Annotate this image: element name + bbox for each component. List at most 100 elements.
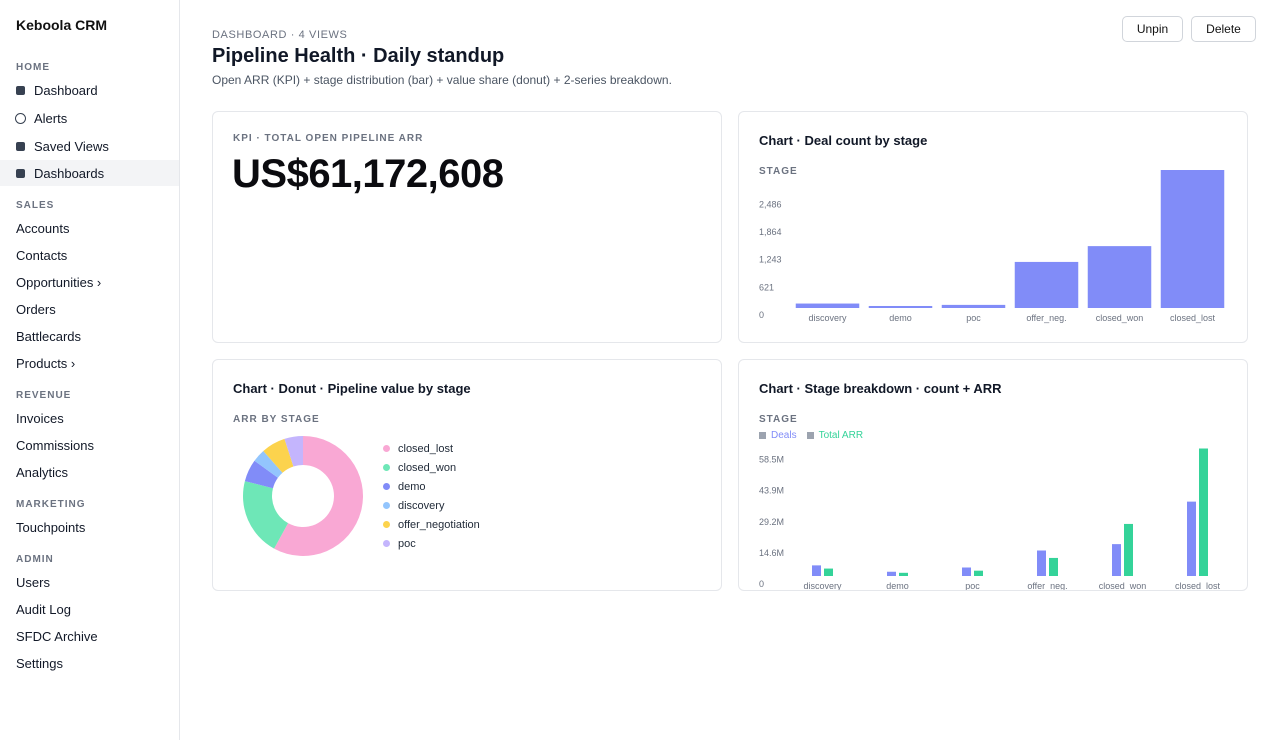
bar-poc-arr [974,570,983,576]
bar-closed_lost-arr [1199,448,1208,576]
legend-item-closed_won: closed_won [383,458,456,477]
deal-count-chart-card: Chart · Deal count by stage STAGE 0 621 1,… [738,111,1248,343]
sidebar-item-opportunities[interactable]: Opportunities › [0,269,179,295]
pipeline-value-donut [243,436,363,556]
sidebar-item-analytics[interactable]: Analytics [0,459,179,485]
bar-poc-deals [962,567,971,576]
legend-item-offer_negotiation: offer_negotiation [383,515,480,534]
legend-label: closed_won [398,461,457,474]
bar-discovery-deals [812,565,821,576]
legend-label: poc [398,537,416,550]
bar-poc [941,304,1006,308]
sidebar-item-saved-views[interactable]: Saved Views [0,133,179,159]
y-tick-label: 58.5M [759,455,784,465]
x-tick-label: closed_won [1099,581,1147,590]
sidebar: Keboola CRM HOME Dashboard Alerts Saved … [0,0,180,740]
square-icon [16,141,25,151]
bar-offer_neg.-deals [1037,550,1046,576]
donut-chart-card: Chart · Donut · Pipeline value by stage … [212,359,722,591]
square-icon [16,85,25,95]
x-tick-label: offer_neg. [1026,313,1066,323]
sidebar-item-accounts[interactable]: Accounts [0,215,179,241]
legend-item-demo: demo [383,477,426,496]
stage-breakdown-chart-card: Chart · Stage breakdown · count + ARR ST… [738,359,1248,591]
x-tick-label: discovery [803,581,842,590]
circle-icon [15,112,26,124]
sidebar-item-users[interactable]: Users [0,569,179,595]
legend-item-discovery: discovery [383,496,444,515]
x-tick-label: closed_lost [1175,581,1221,590]
x-tick-label: demo [886,581,909,590]
x-tick-label: poc [966,313,981,323]
sidebar-item-invoices[interactable]: Invoices [0,405,179,431]
page-subtitle: Open ARR (KPI) + stage distribution (bar… [212,73,672,87]
kpi-card: KPI · TOTAL OPEN PIPELINE ARR US$61,172,… [212,111,722,343]
y-tick-label: 0 [759,579,764,589]
sidebar-item-audit-log[interactable]: Audit Log [0,596,179,622]
kpi-value: US$61,172,608 [232,152,504,196]
x-tick-label: closed_won [1096,313,1144,323]
legend-label: demo [398,480,426,493]
bar-closed_won-arr [1124,523,1133,576]
sidebar-item-label: Dashboards [34,165,105,181]
y-tick-label: 1,864 [759,227,782,237]
legend-dot [383,521,390,528]
bar-demo-arr [899,572,908,576]
y-tick-label: 1,243 [759,255,782,265]
legend-dot [383,540,390,547]
breadcrumb: DASHBOARD · 4 VIEWS [212,29,348,41]
sidebar-item-commissions[interactable]: Commissions [0,432,179,458]
sidebar-item-settings[interactable]: Settings [0,650,179,676]
x-tick-label: offer_neg. [1027,581,1067,590]
y-tick-label: 621 [759,282,774,292]
nav-section-sales: SALES [16,200,55,211]
sidebar-item-label: Alerts [34,110,68,126]
bar-demo-deals [887,571,896,576]
y-tick-label: 29.2M [759,517,784,527]
y-tick-label: 14.6M [759,548,784,558]
app-title: Keboola CRM [16,17,107,33]
x-tick-label: demo [889,313,912,323]
chart-subtitle: ARR BY STAGE [233,414,320,425]
sidebar-item-alerts[interactable]: Alerts [0,105,179,131]
legend-dot [383,483,390,490]
bar-demo [868,305,933,308]
sidebar-item-battlecards[interactable]: Battlecards [0,323,179,349]
x-tick-label: closed_lost [1170,313,1216,323]
legend-label: offer_negotiation [398,518,480,531]
nav-section-home: HOME [16,62,50,73]
page-title: Pipeline Health · Daily standup [212,45,505,67]
y-tick-label: 0 [759,310,764,320]
x-tick-label: poc [965,581,980,590]
sidebar-item-dashboard[interactable]: Dashboard [0,77,179,103]
bar-closed_lost [1160,170,1225,308]
sidebar-item-products[interactable]: Products › [0,350,179,376]
y-tick-label: 2,486 [759,199,782,209]
nav-section-marketing: MARKETING [16,499,86,510]
sidebar-item-sfdc-archive[interactable]: SFDC Archive [0,623,179,649]
sidebar-item-label: Dashboard [34,82,98,98]
sidebar-item-orders[interactable]: Orders [0,296,179,322]
sidebar-item-touchpoints[interactable]: Touchpoints [0,514,179,540]
legend-dot [383,445,390,452]
bar-offer_neg.-arr [1049,557,1058,576]
sidebar-item-contacts[interactable]: Contacts [0,242,179,268]
legend-label: closed_lost [398,442,454,455]
square-icon [16,168,25,178]
bar-closed_won-deals [1112,544,1121,576]
legend-item-poc: poc [383,534,416,553]
nav-section-revenue: REVENUE [16,390,72,401]
bar-discovery-arr [824,568,833,576]
nav-section-admin: ADMIN [16,554,54,565]
x-tick-label: discovery [808,313,847,323]
stage-breakdown-bar-chart: 0 14.6M 29.2M 43.9M 58.5M discovery demo poc off… [759,448,1221,590]
legend-label: discovery [398,499,445,512]
unpin-button[interactable]: Unpin [1122,16,1183,42]
chart-title: Chart · Donut · Pipeline value by stage [233,381,471,396]
delete-button[interactable]: Delete [1191,16,1256,42]
bar-closed_lost-deals [1187,501,1196,576]
legend-item-closed_lost: closed_lost [383,439,453,458]
sidebar-item-dashboards[interactable]: Dashboards [0,160,179,186]
legend-dot [383,464,390,471]
deal-count-bar-chart: 0 621 1,243 1,864 2,486 discovery demo poc offer… [759,170,1225,323]
